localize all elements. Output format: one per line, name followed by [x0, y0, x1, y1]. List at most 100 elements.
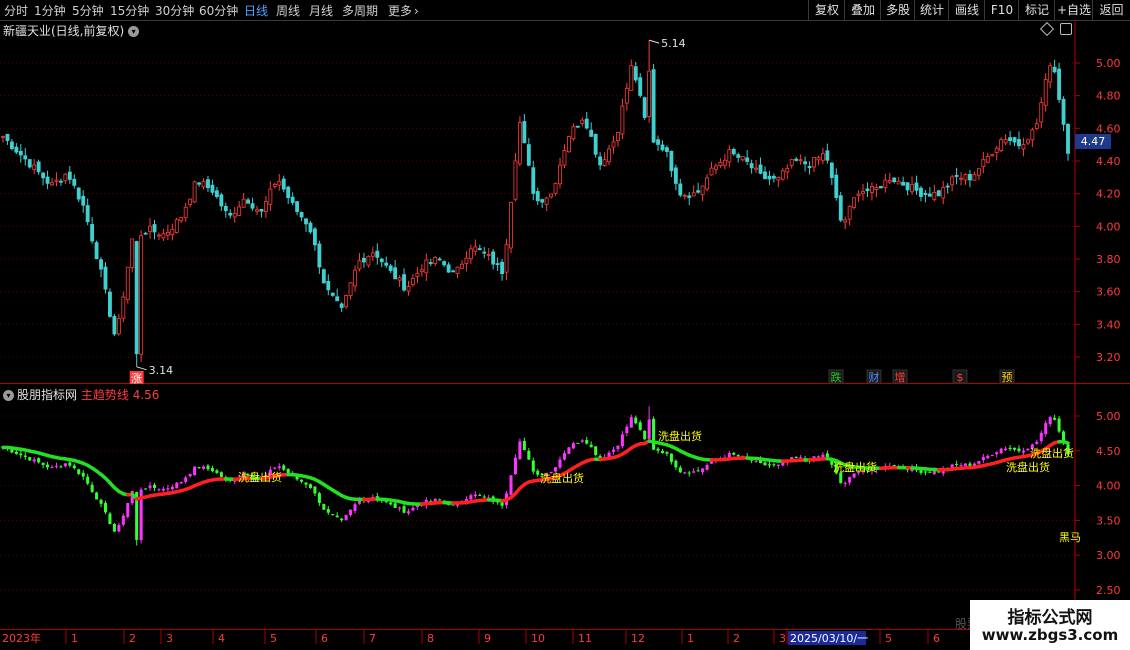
ind-candle-body [981, 457, 985, 461]
chevron-down-icon[interactable]: ▾ [3, 390, 14, 401]
candle-body [807, 166, 812, 169]
chevron-down-icon[interactable]: ▾ [128, 26, 140, 37]
candle-body [629, 65, 634, 91]
ind-candle-body [518, 441, 522, 459]
ind-candle-body [839, 472, 843, 483]
candle-body [553, 182, 558, 194]
ind-candle-body [402, 506, 406, 513]
ind-candle-body [683, 472, 687, 474]
candle-body [798, 159, 803, 162]
candle-body [237, 206, 242, 216]
ind-candle-body [46, 464, 50, 468]
candle-body [228, 212, 233, 216]
ind-candle-body [322, 504, 326, 510]
ind-candle-body [1004, 448, 1008, 451]
candle-body [990, 154, 995, 157]
ind-candle-body [68, 462, 72, 466]
ind-y-tick-label: 4.00 [1096, 480, 1121, 493]
candle-body [1021, 144, 1026, 150]
candle-body [23, 155, 28, 160]
ind-candle-body [576, 442, 580, 444]
ind-candle-body [536, 470, 540, 475]
ind-candle-body [86, 476, 90, 484]
candle-body [50, 182, 54, 186]
candle-body [803, 161, 808, 165]
candle-body [820, 153, 825, 161]
candle-body [491, 251, 496, 265]
candle-body [745, 157, 750, 162]
date-axis-labels: 2023年 1 2 3 4 5 6 7 8 9 10 11 12 1 2 3 2025/03/10/一 5 6 [2, 630, 940, 645]
candle-body [540, 199, 545, 203]
candle-body [847, 205, 852, 220]
ind-candle-body [527, 450, 531, 460]
indicator-title: ▾ 股朋指标网 主趋势线 4.56 [3, 386, 159, 403]
candle-body [210, 184, 215, 193]
ind-candle-body [509, 475, 513, 495]
candle-body [718, 161, 723, 167]
candle-body [985, 156, 990, 163]
ind-candle-body [54, 465, 59, 467]
date-label: 6 [933, 632, 940, 645]
candle-body [90, 224, 95, 242]
event-marker: 财 [869, 370, 880, 384]
candle-body [397, 277, 402, 281]
event-marker: 增 [895, 370, 906, 384]
watermark-url: www.zbgs3.com [981, 626, 1119, 644]
candle-body [201, 181, 206, 188]
candle-body [116, 318, 121, 335]
candle-body [740, 155, 745, 161]
ind-candle-body [1012, 447, 1017, 450]
event-marker: 跌 [831, 370, 842, 384]
ind-candle-body [157, 489, 161, 491]
candle-body [54, 179, 59, 182]
candle-body [321, 269, 326, 284]
candle-body [393, 267, 398, 280]
candle-body [861, 191, 865, 194]
candle-body [829, 162, 834, 178]
candle-body [950, 176, 955, 186]
candle-body [722, 159, 727, 166]
candle-body [375, 250, 380, 258]
ind-candle-body [469, 495, 473, 500]
ind-candle-body [643, 430, 647, 440]
ind-candle-body [754, 460, 758, 462]
ind-candle-body [349, 509, 353, 516]
indicator-y-axis-ticks: 5.00 4.50 4.00 3.50 3.00 2.50 [1075, 410, 1121, 597]
ind-candle-body [313, 486, 317, 494]
ind-candle-body [571, 443, 575, 449]
ind-candle-body [620, 434, 624, 447]
candle-body [714, 165, 718, 170]
candle-body [660, 144, 665, 151]
ind-candle-body [277, 466, 281, 469]
candle-body [174, 219, 179, 233]
candle-body [673, 167, 678, 184]
panel-toggle-icon[interactable] [1060, 23, 1072, 35]
ind-candle-body [986, 455, 990, 459]
candle-body [330, 292, 335, 296]
candle-body [357, 260, 362, 270]
candle-body [148, 225, 152, 233]
candle-body [18, 150, 23, 156]
ind-candle-body [433, 498, 437, 502]
ind-candle-body [10, 449, 14, 453]
main-y-tick-label: 5.00 [1096, 57, 1121, 70]
candle-body [366, 255, 371, 266]
ind-y-tick-label: 5.00 [1096, 410, 1121, 423]
candle-body [45, 176, 50, 184]
ind-candle-body [767, 464, 771, 466]
ind-candle-body [990, 455, 994, 457]
ind-candle-body [482, 496, 486, 498]
watermark-title: 指标公式网 [1007, 608, 1093, 628]
candle-body [406, 286, 411, 292]
ind-candle-body [665, 452, 669, 454]
candle-body [727, 149, 732, 163]
candle-body [308, 222, 313, 233]
date-label: 2 [733, 632, 740, 645]
signal-label: 洗盘出货 [540, 471, 584, 485]
candle-body [103, 266, 108, 290]
main-y-axis-ticks: 5.004.804.604.404.204.003.803.603.403.20 [1075, 57, 1121, 364]
ind-candle-body [1053, 417, 1057, 420]
candle-body [616, 132, 620, 141]
candle-body [972, 174, 977, 181]
candle-body [339, 303, 344, 308]
